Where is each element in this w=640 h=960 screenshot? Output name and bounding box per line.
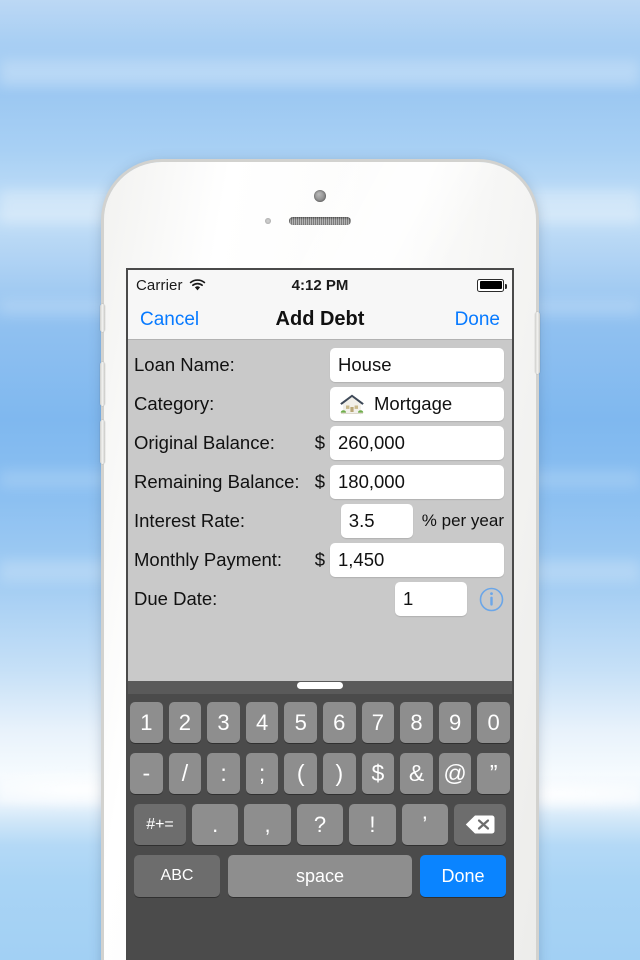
key-4[interactable]: 4 xyxy=(245,702,279,743)
key-9[interactable]: 9 xyxy=(438,702,472,743)
key-hyphen[interactable]: - xyxy=(130,753,163,794)
status-bar-left: Carrier xyxy=(136,277,206,294)
remaining-balance-input[interactable]: 180,000 xyxy=(330,465,504,499)
navigation-bar: Cancel Add Debt Done xyxy=(128,300,512,340)
key-question[interactable]: ? xyxy=(296,804,344,845)
backspace-icon[interactable] xyxy=(454,804,507,845)
form-row-category: Category: Mortgage xyxy=(128,385,512,423)
original-balance-input[interactable]: 260,000 xyxy=(330,426,504,460)
key-period[interactable]: . xyxy=(191,804,239,845)
silent-switch-button[interactable] xyxy=(100,304,105,332)
keyboard-symbol-row: - / : ; ( ) $ & @ ” xyxy=(130,753,510,794)
key-apostrophe[interactable]: ’ xyxy=(401,804,449,845)
key-close-paren[interactable]: ) xyxy=(323,753,356,794)
currency-symbol: $ xyxy=(314,549,325,570)
due-date-input[interactable]: 1 xyxy=(395,582,467,616)
form-row-due-date: Due Date: 1 xyxy=(128,580,512,618)
front-camera-icon xyxy=(314,190,326,202)
loan-name-label: Loan Name: xyxy=(134,354,235,375)
cancel-button[interactable]: Cancel xyxy=(140,309,199,331)
keyboard-handle-bar xyxy=(128,681,512,694)
key-ampersand[interactable]: & xyxy=(400,753,433,794)
volume-down-button[interactable] xyxy=(100,420,105,464)
monthly-payment-input[interactable]: 1,450 xyxy=(330,543,504,577)
phone-screen: Carrier 4:12 PM Cancel Add Debt Done Loa… xyxy=(128,270,512,960)
form-row-original-balance: Original Balance: $ 260,000 xyxy=(128,424,512,462)
keyboard-number-row: 1 2 3 4 5 6 7 8 9 0 xyxy=(130,702,510,743)
keyboard-bottom-row: ABC space Done xyxy=(130,855,510,897)
keyboard-drag-handle[interactable] xyxy=(297,682,343,689)
form-row-loan-name: Loan Name: House xyxy=(128,346,512,384)
volume-up-button[interactable] xyxy=(100,362,105,406)
original-balance-label: Original Balance: xyxy=(134,432,275,453)
backspace-glyph xyxy=(465,815,495,834)
key-space[interactable]: space xyxy=(228,855,412,897)
status-bar-right xyxy=(477,278,507,292)
key-done[interactable]: Done xyxy=(420,855,506,897)
house-icon xyxy=(340,394,364,415)
key-7[interactable]: 7 xyxy=(361,702,395,743)
category-label: Category: xyxy=(134,393,215,414)
key-open-paren[interactable]: ( xyxy=(284,753,317,794)
key-dollar[interactable]: $ xyxy=(361,753,395,794)
key-abc[interactable]: ABC xyxy=(134,855,220,897)
keyboard-third-row: #+= . , ? ! ’ xyxy=(130,804,510,845)
interest-rate-label: Interest Rate: xyxy=(134,510,246,531)
onscreen-keyboard: 1 2 3 4 5 6 7 8 9 0 - / : ; ( ) $ & @ ” … xyxy=(128,681,512,960)
info-icon[interactable] xyxy=(479,587,504,612)
earpiece-speaker-icon xyxy=(289,217,351,225)
key-at[interactable]: @ xyxy=(438,753,472,794)
key-2[interactable]: 2 xyxy=(168,702,202,743)
loan-name-value: House xyxy=(338,354,392,375)
key-exclamation[interactable]: ! xyxy=(349,804,396,845)
monthly-payment-value: 1,450 xyxy=(338,549,385,570)
monthly-payment-label: Monthly Payment: xyxy=(134,549,283,570)
key-colon[interactable]: : xyxy=(207,753,240,794)
done-button[interactable]: Done xyxy=(455,309,500,331)
key-8[interactable]: 8 xyxy=(400,702,433,743)
carrier-label: Carrier xyxy=(136,276,183,294)
key-quote[interactable]: ” xyxy=(477,753,510,794)
status-bar: Carrier 4:12 PM xyxy=(128,270,512,300)
cloud-streak xyxy=(0,60,640,86)
key-5[interactable]: 5 xyxy=(284,702,317,743)
currency-symbol: $ xyxy=(314,471,325,492)
category-value: Mortgage xyxy=(374,393,453,414)
due-date-value: 1 xyxy=(403,588,414,609)
interest-rate-input[interactable]: 3.5 xyxy=(340,504,413,538)
key-symbol-switch[interactable]: #+= xyxy=(133,804,186,845)
loan-name-input[interactable]: House xyxy=(330,348,504,382)
key-1[interactable]: 1 xyxy=(130,702,163,743)
wifi-icon xyxy=(189,278,205,290)
add-debt-form: Loan Name: House Category: Mortgage Orig… xyxy=(128,340,512,681)
category-selector[interactable]: Mortgage xyxy=(330,387,504,421)
original-balance-value: 260,000 xyxy=(338,432,405,453)
power-button[interactable] xyxy=(535,312,540,374)
interest-rate-unit-label: % per year xyxy=(421,511,504,530)
battery-full-icon xyxy=(477,278,507,292)
key-0[interactable]: 0 xyxy=(477,702,510,743)
interest-rate-value: 3.5 xyxy=(348,510,375,531)
proximity-sensor-icon xyxy=(265,218,271,224)
remaining-balance-label: Remaining Balance: xyxy=(134,471,300,492)
key-semicolon[interactable]: ; xyxy=(245,753,279,794)
key-6[interactable]: 6 xyxy=(323,702,356,743)
form-row-interest-rate: Interest Rate: 3.5 % per year xyxy=(128,502,512,540)
due-date-label: Due Date: xyxy=(134,588,218,609)
form-row-monthly-payment: Monthly Payment: $ 1,450 xyxy=(128,541,512,579)
phone-device-frame: Carrier 4:12 PM Cancel Add Debt Done Loa… xyxy=(100,162,540,960)
key-3[interactable]: 3 xyxy=(207,702,240,743)
currency-symbol: $ xyxy=(314,432,325,453)
remaining-balance-value: 180,000 xyxy=(338,471,405,492)
form-row-remaining-balance: Remaining Balance: $ 180,000 xyxy=(128,463,512,501)
key-comma[interactable]: , xyxy=(244,804,291,845)
key-slash[interactable]: / xyxy=(168,753,202,794)
